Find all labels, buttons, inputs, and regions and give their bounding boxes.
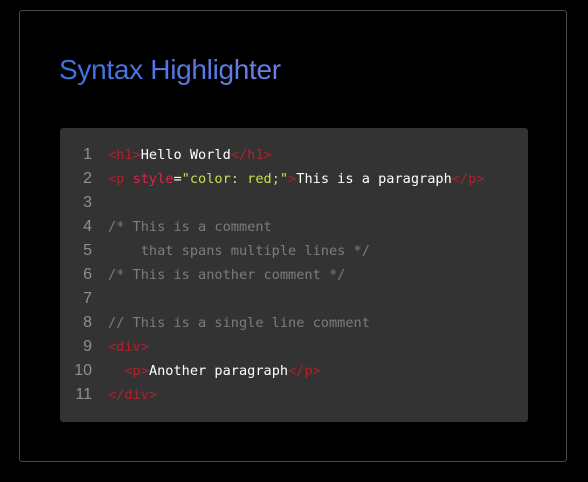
- code-token-tag: </h1>: [230, 147, 272, 163]
- code-content: <h1>Hello World</h1>: [108, 143, 272, 167]
- line-number: 3: [83, 194, 92, 211]
- code-line: 10 <p>Another paragraph</p>: [60, 359, 528, 383]
- code-token-attr: style: [132, 171, 174, 187]
- code-content: /* This is a comment: [108, 215, 272, 239]
- line-number: 1: [83, 146, 92, 163]
- line-number: 11: [75, 386, 92, 403]
- code-token-text: =: [173, 171, 182, 187]
- code-line: 3: [60, 191, 528, 215]
- code-line: 11 </div>: [60, 383, 528, 407]
- code-content: that spans multiple lines */: [108, 239, 370, 263]
- code-token-text: Hello World: [140, 147, 231, 163]
- code-line: 7: [60, 287, 528, 311]
- line-number: 2: [83, 170, 92, 187]
- line-number: 4: [83, 218, 92, 235]
- code-token-tag: <p: [108, 171, 133, 187]
- code-token-tag: </p>: [451, 171, 485, 187]
- line-number: 10: [74, 362, 92, 379]
- code-token-tag: <p>: [124, 363, 149, 379]
- code-content: <p>Another paragraph</p>: [108, 359, 321, 383]
- code-block[interactable]: 1 <h1>Hello World</h1> 2 <p style="color: r…: [60, 128, 528, 422]
- line-number: 8: [83, 314, 92, 331]
- code-line: 9 <div>: [60, 335, 528, 359]
- code-token-cmt: that spans multiple lines */: [108, 243, 370, 259]
- code-line: 1 <h1>Hello World</h1>: [60, 143, 528, 167]
- code-content: /* This is another comment */: [108, 263, 345, 287]
- code-token-tag: <h1>: [108, 147, 141, 163]
- code-token-str: "color: red;": [181, 171, 289, 187]
- code-token-text: This is a paragraph: [296, 171, 452, 187]
- code-line: 6 /* This is another comment */: [60, 263, 528, 287]
- line-number: 5: [83, 242, 92, 259]
- line-number: 7: [83, 290, 92, 307]
- code-token-cmt: /* This is another comment */: [108, 267, 346, 283]
- code-content: </div>: [108, 383, 157, 407]
- code-token-cmt: /* This is a comment: [108, 219, 272, 235]
- code-token-text: Another paragraph: [148, 363, 289, 379]
- line-number: 6: [83, 266, 92, 283]
- code-line: 5 that spans multiple lines */: [60, 239, 528, 263]
- code-token-tag: </p>: [288, 363, 321, 379]
- line-number: 9: [83, 338, 92, 355]
- page-title: Syntax Highlighter: [59, 50, 281, 90]
- code-token-tag: </div>: [108, 387, 158, 403]
- code-line: 8 // This is a single line comment: [60, 311, 528, 335]
- code-line: 4 /* This is a comment: [60, 215, 528, 239]
- code-token-tag: <div>: [108, 339, 149, 355]
- code-content: <div>: [108, 335, 149, 359]
- code-line: 2 <p style="color: red;">This is a paragr…: [60, 167, 528, 191]
- code-token-cmt: // This is a single line comment: [108, 315, 370, 331]
- code-content: // This is a single line comment: [108, 311, 370, 335]
- code-content: <p style="color: red;">This is a paragra…: [108, 167, 485, 191]
